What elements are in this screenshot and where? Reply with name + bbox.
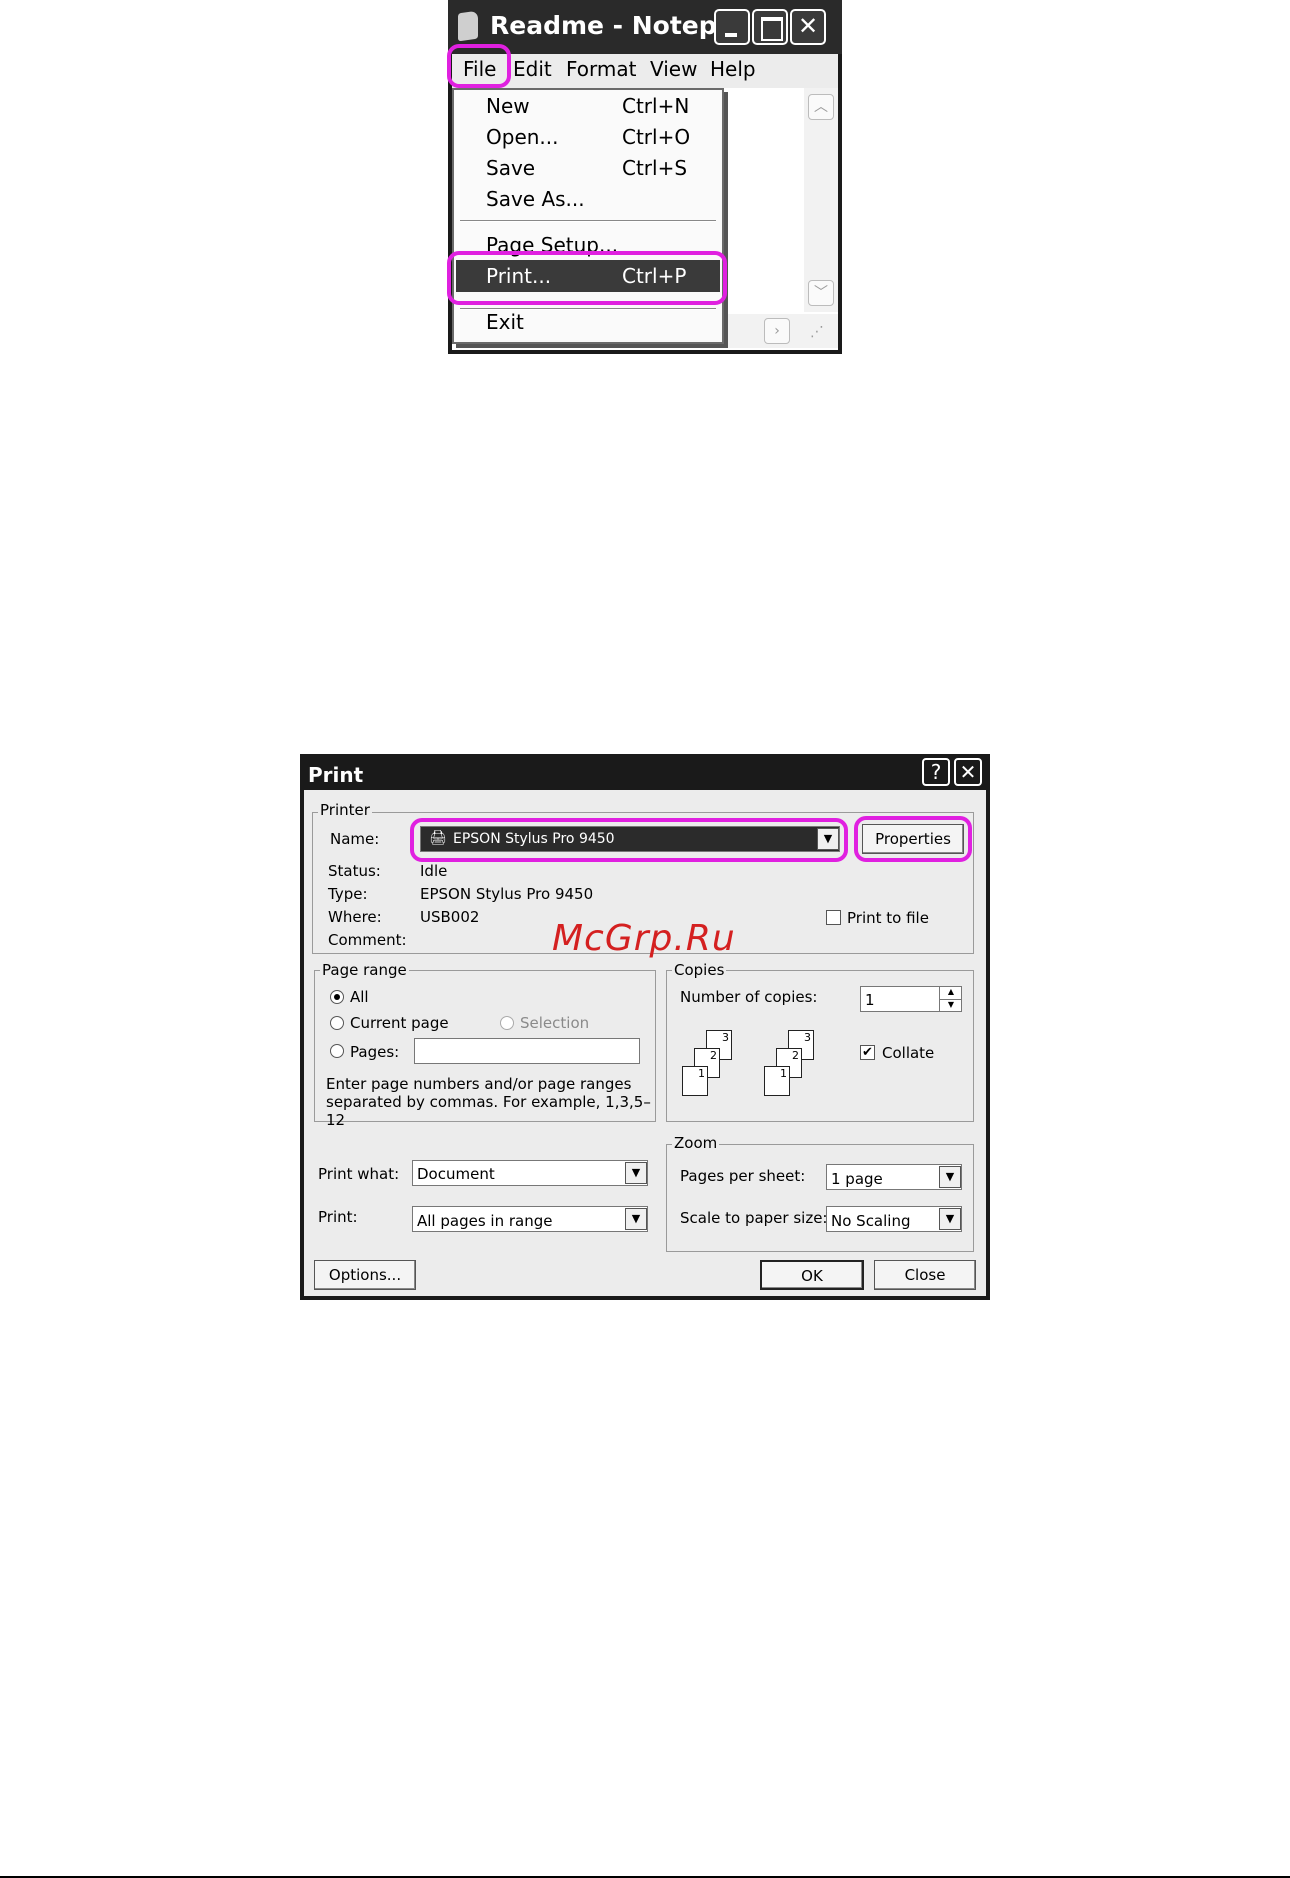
pages-input[interactable] bbox=[414, 1038, 640, 1064]
chevron-right-icon: › bbox=[774, 323, 780, 339]
notepad-app-icon bbox=[458, 10, 478, 42]
printer-name-highlight bbox=[410, 818, 848, 862]
file-menu-highlight bbox=[447, 44, 511, 88]
close-dialog-button[interactable]: Close bbox=[874, 1260, 976, 1290]
printer-name-label: Name: bbox=[330, 830, 380, 848]
chevron-down-icon[interactable]: ▼ bbox=[625, 1208, 647, 1230]
pages-per-sheet-value: 1 page bbox=[831, 1170, 883, 1188]
scale-to-paper-select[interactable]: No Scaling ▼ bbox=[826, 1206, 962, 1232]
radio-pages[interactable] bbox=[330, 1044, 344, 1058]
number-of-copies-input[interactable]: 1 ▲ ▼ bbox=[860, 986, 962, 1012]
print-what-label: Print what: bbox=[318, 1165, 400, 1183]
chevron-down-icon[interactable]: ▼ bbox=[625, 1162, 647, 1184]
help-button[interactable]: ? bbox=[922, 758, 950, 786]
page-icon: 1 bbox=[682, 1066, 708, 1096]
maximize-button[interactable] bbox=[752, 9, 788, 45]
menu-edit[interactable]: Edit bbox=[513, 57, 552, 81]
zoom-legend: Zoom bbox=[672, 1134, 720, 1152]
resize-grip-icon[interactable]: ⋰ bbox=[810, 324, 824, 340]
page-range-legend: Page range bbox=[320, 961, 409, 979]
spin-up-icon[interactable]: ▲ bbox=[939, 987, 962, 999]
collate-label: Collate bbox=[882, 1044, 935, 1062]
radio-all[interactable] bbox=[330, 990, 344, 1004]
help-icon: ? bbox=[930, 760, 942, 784]
print-item-highlight bbox=[447, 251, 727, 305]
pages-per-sheet-select[interactable]: 1 page ▼ bbox=[826, 1164, 962, 1190]
menu-format[interactable]: Format bbox=[566, 57, 636, 81]
copies-legend: Copies bbox=[672, 961, 727, 979]
print-label: Print: bbox=[318, 1208, 358, 1226]
print-select[interactable]: All pages in range ▼ bbox=[412, 1206, 648, 1232]
radio-selection bbox=[500, 1016, 514, 1030]
where-value: USB002 bbox=[420, 908, 480, 926]
ok-button[interactable]: OK bbox=[760, 1260, 864, 1290]
comment-label: Comment: bbox=[328, 931, 407, 949]
maximize-icon bbox=[761, 17, 783, 41]
number-of-copies-value: 1 bbox=[865, 991, 875, 1009]
radio-current-page-label: Current page bbox=[350, 1014, 449, 1032]
scroll-right-button[interactable]: › bbox=[764, 318, 790, 344]
menu-item-open[interactable]: Open... bbox=[486, 125, 559, 149]
notepad-title: Readme - Notepad bbox=[490, 11, 752, 40]
scroll-down-button[interactable]: ﹀ bbox=[808, 280, 834, 306]
radio-selection-label: Selection bbox=[520, 1014, 590, 1032]
print-what-select[interactable]: Document ▼ bbox=[412, 1160, 648, 1186]
menu-view[interactable]: View bbox=[650, 57, 697, 81]
menu-item-new[interactable]: New bbox=[486, 94, 530, 118]
watermark: McGrp.Ru bbox=[552, 918, 736, 959]
print-to-file-checkbox[interactable] bbox=[826, 910, 841, 925]
status-label: Status: bbox=[328, 862, 381, 880]
radio-all-label: All bbox=[350, 988, 369, 1006]
scale-to-paper-label: Scale to paper size: bbox=[680, 1209, 828, 1227]
page-range-hint: Enter page numbers and/or page ranges se… bbox=[326, 1075, 651, 1129]
menu-separator bbox=[460, 220, 716, 222]
horizontal-scrollbar[interactable]: › ⋰ bbox=[716, 314, 838, 348]
properties-highlight bbox=[854, 816, 972, 862]
menu-item-save-as[interactable]: Save As... bbox=[486, 187, 585, 211]
print-dialog-title: Print bbox=[308, 763, 364, 787]
zoom-group bbox=[666, 1144, 974, 1252]
minimize-button[interactable] bbox=[714, 9, 750, 45]
scroll-up-button[interactable]: ︿ bbox=[808, 94, 834, 120]
collate-illustration: 3 2 1 bbox=[764, 1028, 834, 1104]
options-button[interactable]: Options... bbox=[314, 1260, 416, 1290]
dialog-close-button[interactable]: ✕ bbox=[954, 758, 982, 786]
collate-checkbox[interactable]: ✔ bbox=[860, 1045, 875, 1060]
menu-item-save[interactable]: Save bbox=[486, 156, 535, 180]
chevron-up-icon: ︿ bbox=[814, 99, 828, 115]
spin-down-icon[interactable]: ▼ bbox=[939, 999, 962, 1012]
where-label: Where: bbox=[328, 908, 382, 926]
minimize-icon bbox=[725, 33, 737, 37]
printer-group-legend: Printer bbox=[318, 801, 372, 819]
pages-per-sheet-label: Pages per sheet: bbox=[680, 1167, 806, 1185]
scale-to-paper-value: No Scaling bbox=[831, 1212, 911, 1230]
chevron-down-icon[interactable]: ▼ bbox=[939, 1166, 961, 1188]
radio-pages-label: Pages: bbox=[350, 1043, 400, 1061]
type-label: Type: bbox=[328, 885, 368, 903]
menu-item-save-shortcut: Ctrl+S bbox=[622, 156, 688, 180]
close-button[interactable]: ✕ bbox=[790, 9, 826, 45]
print-to-file-label: Print to file bbox=[847, 909, 929, 927]
vertical-scrollbar[interactable]: ︿ ﹀ bbox=[804, 88, 838, 312]
close-icon: ✕ bbox=[959, 760, 977, 784]
collate-illustration: 3 2 1 bbox=[682, 1028, 752, 1104]
number-of-copies-label: Number of copies: bbox=[680, 988, 818, 1006]
checkmark-icon: ✔ bbox=[862, 1045, 873, 1060]
menu-item-open-shortcut: Ctrl+O bbox=[622, 125, 691, 149]
menu-item-exit[interactable]: Exit bbox=[486, 310, 524, 334]
chevron-down-icon[interactable]: ▼ bbox=[939, 1208, 961, 1230]
status-value: Idle bbox=[420, 862, 448, 880]
menu-item-new-shortcut: Ctrl+N bbox=[622, 94, 690, 118]
chevron-down-icon: ﹀ bbox=[814, 285, 828, 301]
radio-current-page[interactable] bbox=[330, 1016, 344, 1030]
radio-dot bbox=[334, 994, 340, 1000]
page-icon: 1 bbox=[764, 1066, 790, 1096]
close-icon: ✕ bbox=[797, 12, 819, 40]
print-what-value: Document bbox=[417, 1165, 495, 1183]
menu-help[interactable]: Help bbox=[710, 57, 756, 81]
print-value: All pages in range bbox=[417, 1212, 553, 1230]
type-value: EPSON Stylus Pro 9450 bbox=[420, 885, 594, 903]
